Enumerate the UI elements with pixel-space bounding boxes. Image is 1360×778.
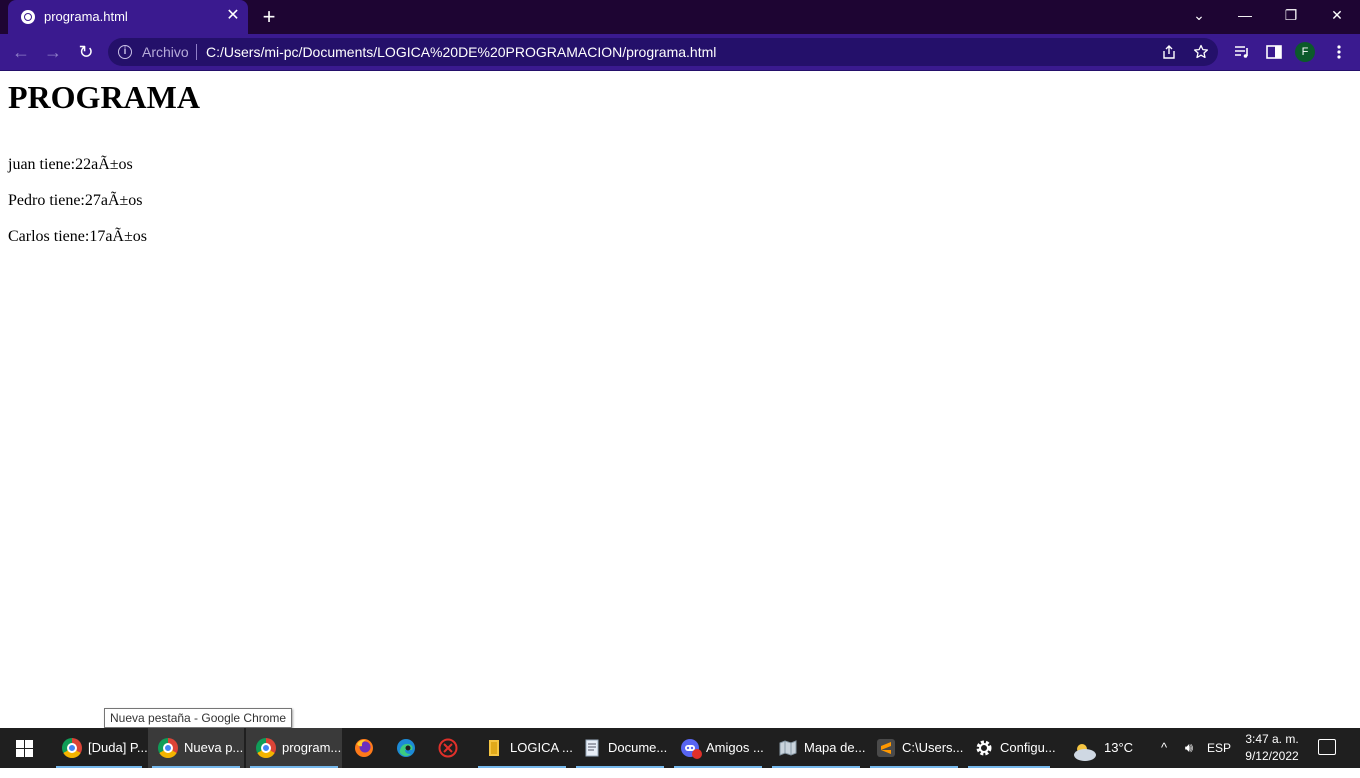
age-line-juan: juan tiene:22aÃ±os [8,156,133,173]
minimize-button[interactable]: — [1222,0,1268,30]
weather-temperature: 13°C [1104,740,1134,755]
folder-icon [484,738,504,758]
taskbar-item-chrome-nueva[interactable]: Nueva p... [148,728,244,768]
forward-button[interactable]: → [41,40,65,64]
taskbar-item-firefox[interactable] [344,728,384,768]
system-clock[interactable]: 3:47 a. m. 9/12/2022 [1240,731,1304,765]
taskbar-item-label: C:\Users... [902,740,964,755]
chrome-icon [256,738,276,758]
page-content: PROGRAMA juan tiene:22aÃ±os Pedro tiene:… [0,71,1360,728]
volume-icon[interactable]: 🔊︎ [1178,728,1200,768]
menu-kebab-icon[interactable] [1329,43,1349,63]
tab-close-button[interactable]: ✕ [224,7,242,25]
taskbar-item-label: Configu... [1000,740,1056,755]
start-button[interactable] [0,728,48,768]
taskbar-item-label: LOGICA ... [510,740,573,755]
weather-widget[interactable]: 13°C [1068,728,1138,768]
profile-avatar[interactable]: F [1295,42,1315,62]
omnibox-divider [196,44,197,60]
star-icon[interactable] [1192,44,1210,62]
taskbar-item-notepad[interactable]: Docume... [572,728,668,768]
taskbar-item-chrome-programa[interactable]: program... [246,728,342,768]
taskbar-item-sublime[interactable]: C:\Users... [866,728,964,768]
address-bar[interactable]: i Archivo C:/Users/mi-pc/Documents/LOGIC… [108,38,1218,66]
age-line-pedro: Pedro tiene:27aÃ±os [8,192,143,209]
taskbar-tooltip: Nueva pestaña - Google Chrome [104,708,293,728]
side-panel-icon[interactable] [1264,43,1284,63]
taskbar-item-discord[interactable]: Amigos ... [670,728,766,768]
taskbar-item-edge[interactable] [386,728,426,768]
windows-taskbar: [Duda] P... Nueva p... program... LOGICA… [0,728,1360,768]
taskbar-item-label: Docume... [608,740,668,755]
taskbar-item-label: [Duda] P... [88,740,148,755]
taskbar-item-label: Nueva p... [184,740,244,755]
page-heading: PROGRAMA [8,79,200,115]
discord-icon [680,738,702,759]
new-tab-button[interactable]: + [258,6,280,28]
taskbar-item-label: Amigos ... [706,740,764,755]
tab-strip: programa.html ✕ + ⌄ — ❐ ✕ [0,0,1360,34]
back-button[interactable]: ← [9,40,33,64]
game-launcher-icon [438,738,458,758]
taskbar-item-launcher[interactable] [428,728,470,768]
taskbar-item-label: Mapa de... [804,740,866,755]
partly-cloudy-icon [1070,738,1098,778]
edge-icon [396,738,416,758]
browser-tab[interactable]: programa.html ✕ [8,0,248,34]
language-indicator[interactable]: ESP [1206,728,1232,768]
taskbar-item-explorer[interactable]: LOGICA ... [474,728,573,768]
sublime-text-icon [876,738,896,758]
taskbar-item-settings[interactable]: Configu... [964,728,1056,768]
clock-time: 3:47 a. m. [1245,732,1299,746]
restore-button[interactable]: ❐ [1268,0,1314,30]
chrome-icon [62,738,82,758]
url-text[interactable]: C:/Users/mi-pc/Documents/LOGICA%20DE%20P… [206,44,716,60]
taskbar-item-map[interactable]: Mapa de... [768,728,866,768]
share-icon[interactable] [1160,44,1178,62]
map-app-icon [778,738,798,758]
globe-icon [21,10,35,24]
age-line-carlos: Carlos tiene:17aÃ±os [8,228,147,245]
tab-search-button[interactable]: ⌄ [1176,0,1222,30]
reading-list-icon[interactable] [1232,43,1252,63]
settings-gear-icon [974,738,994,758]
chrome-icon [158,738,178,758]
notification-center-icon[interactable] [1318,739,1336,755]
taskbar-item-chrome-duda[interactable]: [Duda] P... [52,728,148,768]
clock-date: 9/12/2022 [1245,749,1299,763]
site-info-icon[interactable]: i [118,45,132,59]
firefox-icon [354,738,374,758]
taskbar-item-label: program... [282,740,342,755]
scheme-label: Archivo [142,44,189,60]
tab-title: programa.html [44,9,128,24]
browser-toolbar: ← → ↻ i Archivo C:/Users/mi-pc/Documents… [0,34,1360,71]
notepad-icon [582,738,602,758]
reload-button[interactable]: ↻ [74,40,98,64]
close-window-button[interactable]: ✕ [1314,0,1360,30]
show-hidden-icons-button[interactable]: ^ [1156,728,1172,768]
